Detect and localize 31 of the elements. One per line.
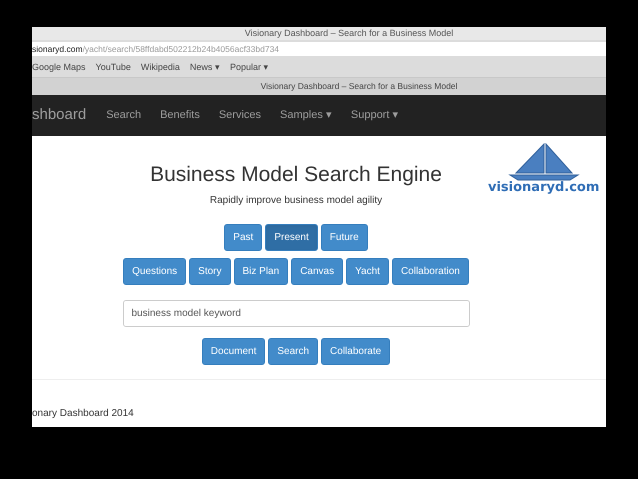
- page-heading: Business Model Search Engine: [150, 163, 442, 187]
- nav-button[interactable]: Story: [189, 258, 230, 285]
- nav-link[interactable]: Benefits: [160, 107, 200, 124]
- search-field[interactable]: business model keyword: [122, 300, 470, 327]
- bookmark-link[interactable]: Popular ▾: [230, 60, 268, 74]
- navbar-brand[interactable]: shboard: [32, 104, 86, 127]
- nav-button[interactable]: Collaboration: [392, 258, 469, 285]
- nav-button[interactable]: Document: [202, 338, 266, 365]
- nav-button[interactable]: Canvas: [291, 258, 344, 285]
- nav-button[interactable]: Biz Plan: [234, 258, 288, 285]
- logo-text: visionaryd.com: [488, 181, 600, 195]
- nav-button[interactable]: Questions: [123, 258, 186, 285]
- window-title: Visionary Dashboard – Search for a Business Model: [244, 27, 454, 40]
- page-subheading: Rapidly improve business model agility: [210, 194, 382, 208]
- nav-link[interactable]: Support ▾: [350, 107, 398, 124]
- bookmark-link[interactable]: News ▾: [190, 60, 220, 74]
- address-field[interactable]: sionaryd.com/yacht/search/58ffdabd502212b24b4056acf33bd734: [32, 42, 606, 56]
- nav-link[interactable]: Search: [106, 107, 142, 124]
- nav-button[interactable]: Present: [265, 224, 318, 251]
- sailboat-icon: [508, 143, 580, 181]
- nav-link[interactable]: Samples ▾: [280, 107, 332, 124]
- nav-button[interactable]: Future: [320, 224, 368, 251]
- bookmark-link[interactable]: YouTube: [96, 60, 131, 74]
- nav-link[interactable]: Services: [218, 107, 262, 124]
- bookmark-link[interactable]: Wikipedia: [140, 60, 180, 74]
- bookmark-link[interactable]: Google Maps: [32, 60, 86, 74]
- footer-text: onary Dashboard 2014: [32, 408, 134, 419]
- nav-button[interactable]: Past: [224, 224, 262, 251]
- nav-button[interactable]: Yacht: [346, 258, 389, 285]
- nav-button[interactable]: Search: [268, 338, 318, 365]
- nav-button[interactable]: Collaborate: [321, 338, 390, 365]
